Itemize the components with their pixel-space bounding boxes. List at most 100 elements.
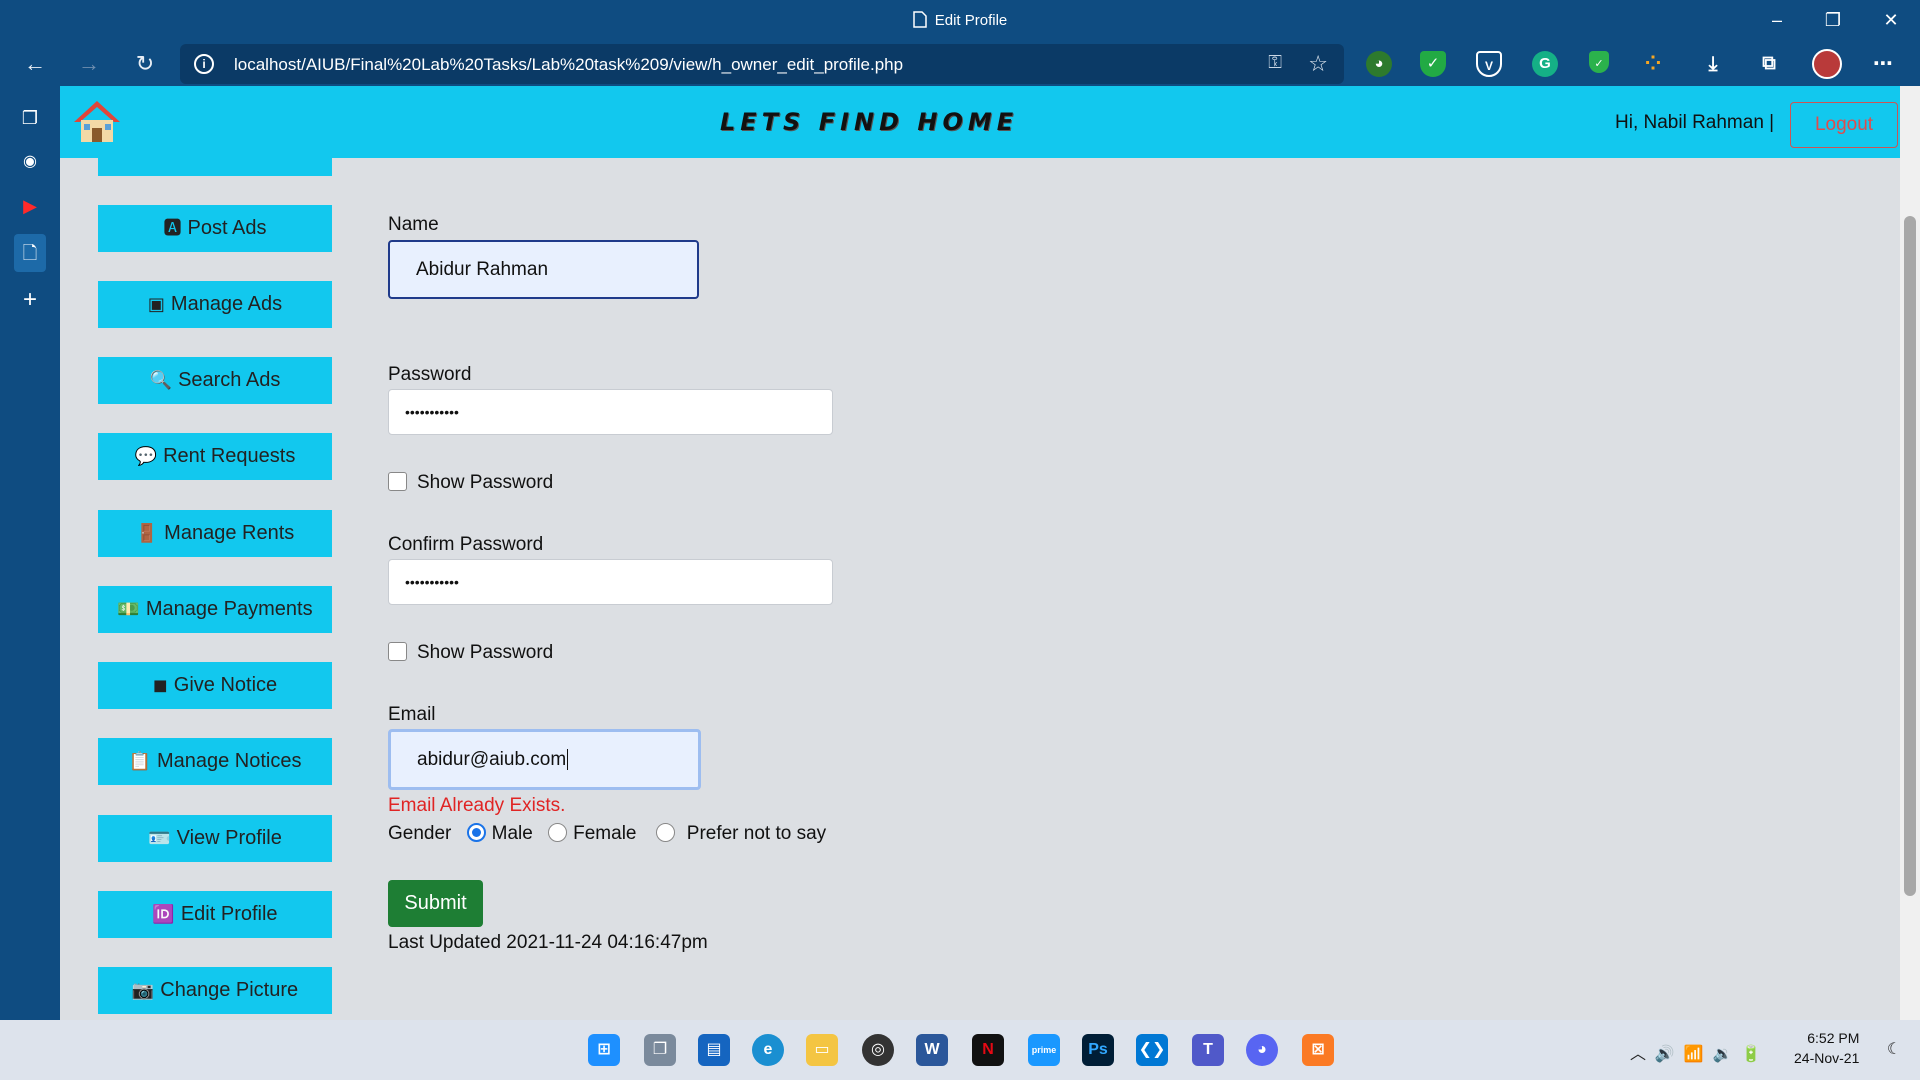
sidebar-item-manage-notices[interactable]: 📋 Manage Notices — [98, 738, 332, 785]
favorites-star-icon[interactable]: ☆ — [1308, 51, 1328, 77]
obs-icon[interactable]: ◎ — [862, 1034, 894, 1066]
address-bar[interactable]: i localhost/AIUB/Final%20Lab%20Tasks/Lab… — [180, 44, 1344, 84]
gender-option-female-label: Female — [573, 823, 637, 844]
id-card-icon: 🆔 — [152, 904, 175, 924]
name-label: Name — [388, 214, 439, 235]
new-tab-icon[interactable]: + — [14, 284, 46, 316]
extension-shield-icon[interactable]: ✓ — [1420, 51, 1446, 77]
chat-icon: 💬 — [134, 446, 158, 466]
camera-icon: 📷 — [131, 980, 155, 1000]
sidebar-item-rent-requests[interactable]: 💬 Rent Requests — [98, 433, 332, 480]
extension-adblock-icon[interactable]: ✓ — [1589, 51, 1609, 73]
sidebar-item-label: Rent Requests — [163, 445, 296, 467]
money-icon: 💵 — [117, 599, 140, 619]
email-input[interactable]: abidur@aiub.com — [388, 729, 701, 790]
site-info-icon[interactable]: i — [194, 54, 214, 74]
tab-vpn-icon[interactable]: ◉ — [14, 146, 46, 178]
minimize-button[interactable]: – — [1762, 8, 1792, 32]
site-header: LETS FIND HOME Hi, Nabil Rahman | Logout — [60, 86, 1900, 158]
xampp-icon[interactable]: ⊠ — [1302, 1034, 1334, 1066]
grammarly-icon[interactable]: G — [1532, 51, 1558, 77]
gender-radio-male[interactable] — [466, 823, 486, 842]
logout-button[interactable]: Logout — [1790, 102, 1898, 148]
extension-brave-shield-icon[interactable]: V — [1476, 51, 1502, 77]
sidebar-item-edit-profile[interactable]: 🆔 Edit Profile — [98, 891, 332, 938]
gender-radio-prefer-not[interactable] — [655, 823, 675, 842]
sidebar-item-manage-ads[interactable]: ▣ Manage Ads — [98, 281, 332, 328]
prime-video-icon[interactable]: prime — [1028, 1034, 1060, 1066]
page-scrollbar[interactable] — [1900, 86, 1920, 1020]
collections-icon[interactable]: ⧉ — [1756, 51, 1782, 77]
close-window-button[interactable]: ✕ — [1876, 8, 1906, 32]
tab-actions-icon[interactable]: ❐ — [14, 102, 46, 134]
extension-apps-icon[interactable]: ⁘ — [1640, 51, 1666, 77]
confirm-password-input[interactable]: ••••••••••• — [388, 559, 833, 605]
edge-browser-icon[interactable]: e — [752, 1034, 784, 1066]
start-menu-icon[interactable]: ⊞ — [588, 1034, 620, 1066]
show-confirm-password-checkbox[interactable] — [388, 642, 407, 661]
sidebar-item-label: Search Ads — [178, 369, 281, 391]
name-input[interactable]: Abidur Rahman — [388, 240, 699, 299]
sidebar-item-post-ads[interactable]: 🅰 Post Ads — [98, 205, 332, 252]
tray-overflow-icon[interactable]: ︿ — [1630, 1046, 1646, 1063]
show-password-row[interactable]: Show Password — [388, 472, 553, 494]
url-text: localhost/AIUB/Final%20Lab%20Tasks/Lab%2… — [234, 55, 904, 74]
show-confirm-password-row[interactable]: Show Password — [388, 642, 553, 664]
sidebar-item-give-notice[interactable]: ◼ Give Notice — [98, 662, 332, 709]
extension-globe-icon[interactable]: ◕ — [1366, 51, 1392, 77]
gender-radio-female[interactable] — [548, 823, 568, 842]
user-greeting: Hi, Nabil Rahman | — [1615, 112, 1775, 133]
email-input-value: abidur@aiub.com — [417, 749, 567, 770]
sidebar-item-search-ads[interactable]: 🔍 Search Ads — [98, 357, 332, 404]
netflix-icon[interactable]: N — [972, 1034, 1004, 1066]
sidebar-item-view-profile[interactable]: 🪪 View Profile — [98, 815, 332, 862]
home-icon[interactable] — [72, 98, 122, 144]
back-button[interactable]: ← — [20, 50, 50, 78]
downloads-icon[interactable]: ⤓ — [1700, 51, 1726, 77]
password-input[interactable]: ••••••••••• — [388, 389, 833, 435]
teams-icon[interactable]: T — [1192, 1034, 1224, 1066]
id-badge-icon: 🪪 — [148, 828, 171, 848]
battery-icon[interactable]: 🔋 — [1741, 1046, 1761, 1063]
sidebar-item-dashboard[interactable] — [98, 158, 332, 176]
scrollbar-thumb[interactable] — [1904, 216, 1916, 896]
widgets-icon[interactable]: ▤ — [698, 1034, 730, 1066]
restore-button[interactable]: ❐ — [1818, 8, 1848, 32]
profile-avatar[interactable] — [1812, 49, 1842, 79]
submit-button[interactable]: Submit — [388, 880, 483, 927]
email-label: Email — [388, 704, 436, 725]
clock-date: 24-Nov-21 — [1794, 1050, 1860, 1066]
gender-group: Gender Male Female Prefer not to say — [388, 823, 826, 845]
tab-edit-profile-icon[interactable]: 🗋 — [14, 234, 46, 272]
sidebar-item-manage-rents[interactable]: 🚪 Manage Rents — [98, 510, 332, 557]
sidebar-item-label: Manage Rents — [164, 522, 295, 544]
show-password-checkbox[interactable] — [388, 472, 407, 491]
forward-button[interactable]: → — [74, 50, 104, 78]
key-icon[interactable]: ⚿ — [1268, 52, 1282, 73]
more-menu-icon[interactable]: ⋯ — [1870, 51, 1896, 77]
tab-youtube-icon[interactable]: ▶ — [14, 190, 46, 222]
notifications-icon[interactable]: ☾ — [1878, 1034, 1910, 1066]
sidebar-item-label: Manage Payments — [145, 598, 313, 620]
vertical-tabs-strip: ❐ ◉ ▶ 🗋 + — [0, 86, 60, 1020]
photoshop-icon[interactable]: Ps — [1082, 1034, 1114, 1066]
note-icon: ◼ — [152, 675, 168, 695]
ad-box-icon: ▣ — [147, 294, 165, 314]
gender-label: Gender — [388, 823, 452, 844]
window-title: Edit Profile — [0, 11, 1920, 29]
vscode-icon[interactable]: ❮❯ — [1136, 1034, 1168, 1066]
file-explorer-icon[interactable]: ▭ — [806, 1034, 838, 1066]
system-clock[interactable]: 6:52 PM 24-Nov-21 — [1794, 1028, 1859, 1068]
speaker-icon[interactable]: 🔊 — [1655, 1046, 1675, 1063]
sidebar-item-change-picture[interactable]: 📷 Change Picture — [98, 967, 332, 1014]
word-icon[interactable]: W — [916, 1034, 948, 1066]
sidebar-item-manage-payments[interactable]: 💵 Manage Payments — [98, 586, 332, 633]
wifi-icon[interactable]: 📶 — [1684, 1046, 1704, 1063]
clipboard-icon: 📋 — [128, 751, 151, 771]
refresh-button[interactable]: ↻ — [130, 50, 160, 78]
volume-icon[interactable]: 🔉 — [1713, 1046, 1733, 1063]
system-tray: ︿ 🔊 📶 🔉 🔋 — [1630, 1040, 1761, 1064]
sidebar-item-label: Give Notice — [173, 674, 278, 696]
task-view-icon[interactable]: ❐ — [644, 1034, 676, 1066]
discord-icon[interactable]: ◕ — [1246, 1034, 1278, 1066]
